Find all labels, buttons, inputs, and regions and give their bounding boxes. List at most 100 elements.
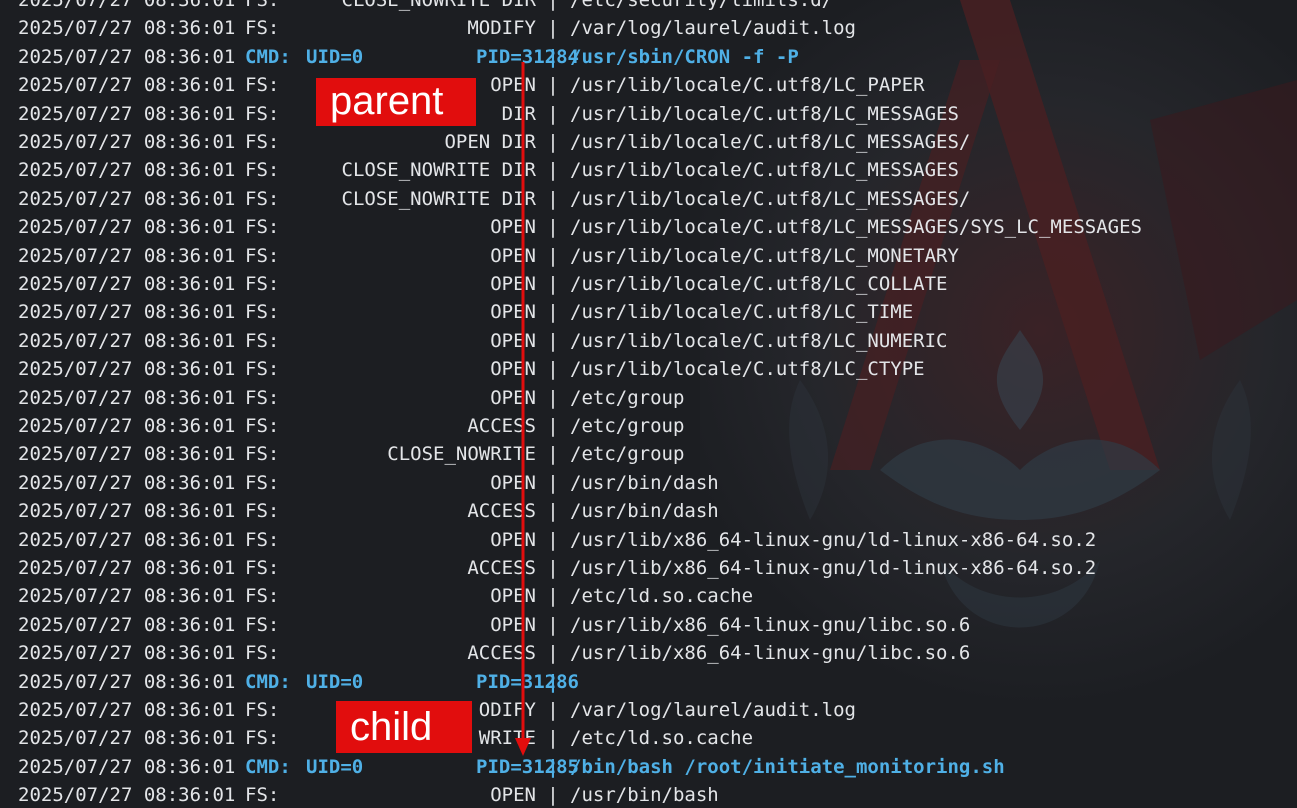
log-timestamp: 2025/07/27 08:36:01 xyxy=(18,159,236,182)
log-timestamp: 2025/07/27 08:36:01 xyxy=(18,45,236,68)
log-row: 2025/07/27 08:36:01 FS: OPEN | /usr/lib/loca… xyxy=(18,213,1142,241)
log-path: /usr/lib/x86_64-linux-gnu/libc.so.6 xyxy=(570,642,971,665)
log-kind: FS: xyxy=(245,727,280,750)
log-separator: | xyxy=(547,443,559,466)
log-action: OPEN xyxy=(490,386,536,409)
log-action: MODIFY xyxy=(467,17,536,40)
log-row: 2025/07/27 08:36:01 FS: OPEN | /usr/lib/loca… xyxy=(18,270,948,298)
log-separator: | xyxy=(547,727,559,750)
log-kind: FS: xyxy=(245,273,280,295)
log-action: ACCESS xyxy=(467,557,536,579)
log-timestamp: 2025/07/27 08:36:01 xyxy=(18,74,236,97)
log-separator: | xyxy=(547,415,559,437)
log-separator: | xyxy=(547,784,559,807)
log-kind: FS: xyxy=(245,443,280,466)
log-path: /etc/group xyxy=(570,415,685,437)
log-path: /usr/lib/locale/C.utf8/LC_TIME xyxy=(570,301,914,324)
log-action: OPEN DIR xyxy=(444,131,536,153)
log-timestamp: 2025/07/27 08:36:01 xyxy=(18,329,236,352)
log-separator: | xyxy=(547,273,559,295)
log-timestamp: 2025/07/27 08:36:01 xyxy=(18,500,236,523)
log-separator: | xyxy=(547,471,559,494)
log-kind: FS: xyxy=(245,557,280,579)
log-separator: | xyxy=(547,45,559,68)
log-timestamp: 2025/07/27 08:36:01 xyxy=(18,784,236,807)
log-separator: | xyxy=(547,0,559,11)
log-action: OPEN xyxy=(490,273,536,295)
log-action: OPEN xyxy=(490,358,536,381)
log-timestamp: 2025/07/27 08:36:01 xyxy=(18,386,236,409)
log-row: 2025/07/27 08:36:01 FS: ACCESS | /usr/bin/da… xyxy=(18,497,719,525)
log-timestamp: 2025/07/27 08:36:01 xyxy=(18,755,236,778)
log-kind: FS: xyxy=(245,500,280,523)
log-path: /usr/lib/x86_64-linux-gnu/ld-linux-x86-6… xyxy=(570,528,1097,551)
log-action: OPEN xyxy=(490,216,536,239)
log-kind: FS: xyxy=(245,329,280,352)
log-row: 2025/07/27 08:36:01 FS: CLOSE_NOWRITE | /etc… xyxy=(18,440,684,468)
log-kind: CMD: xyxy=(245,670,291,693)
log-kind: FS: xyxy=(245,415,280,437)
log-path: /usr/bin/bash xyxy=(570,784,719,807)
log-separator: | xyxy=(547,159,559,182)
log-kind: FS: xyxy=(245,74,280,97)
log-kind: FS: xyxy=(245,471,280,494)
log-timestamp: 2025/07/27 08:36:01 xyxy=(18,528,236,551)
log-path: /bin/bash /root/initiate_monitoring.sh xyxy=(570,755,1005,778)
log-timestamp: 2025/07/27 08:36:01 xyxy=(18,17,236,40)
log-action: OPEN xyxy=(490,301,536,324)
log-row: 2025/07/27 08:36:01 FS: DIR |/usr/lib/local… xyxy=(18,100,959,128)
log-row: 2025/07/27 08:36:01 FS: ACCESS | /usr/lib/x8… xyxy=(18,639,970,667)
log-separator: | xyxy=(547,528,559,551)
parent-annotation: parent xyxy=(316,78,476,126)
log-separator: | xyxy=(547,755,559,778)
log-action: ACCESS xyxy=(467,415,536,437)
terminal-output: 2025/07/27 08:36:01 FS: CLOSE_NOWRITE DIR |… xyxy=(0,0,1297,808)
log-path: /usr/lib/locale/C.utf8/LC_MESSAGES/ xyxy=(570,187,971,210)
log-kind: FS: xyxy=(245,613,280,636)
log-action: CLOSE_NOWRITE DIR xyxy=(341,159,536,182)
log-separator: | xyxy=(547,358,559,381)
log-separator: | xyxy=(547,329,559,352)
log-timestamp: 2025/07/27 08:36:01 xyxy=(18,244,236,267)
log-row: 2025/07/27 08:36:01 FS: OPEN | /usr/lib/loca… xyxy=(18,327,948,355)
log-row-cmd: 2025/07/27 08:36:01 CMD: UID=0 PID=31284|/u… xyxy=(18,43,799,71)
log-row: 2025/07/27 08:36:01 FS: OPEN | /usr/lib/x86_… xyxy=(18,611,970,639)
log-kind: FS: xyxy=(245,642,280,665)
log-row-cmd: 2025/07/27 08:36:01 CMD: UID=0 PID=31285|/b… xyxy=(18,753,1005,781)
log-separator: | xyxy=(547,244,559,267)
log-path: /etc/group xyxy=(570,443,685,466)
log-timestamp: 2025/07/27 08:36:01 xyxy=(18,102,236,125)
log-action: CLOSE_NOWRITE DIR xyxy=(341,0,536,11)
log-path: /usr/lib/locale/C.utf8/LC_MESSAGES xyxy=(570,102,959,125)
log-action: CLOSE_NOWRITE DIR xyxy=(341,187,536,210)
log-row: 2025/07/27 08:36:01 FS: OPEN | /usr/bin/bash xyxy=(18,781,719,808)
log-separator: | xyxy=(547,17,559,40)
log-separator: | xyxy=(547,74,559,97)
log-timestamp: 2025/07/27 08:36:01 xyxy=(18,613,236,636)
log-timestamp: 2025/07/27 08:36:01 xyxy=(18,557,236,579)
log-row: 2025/07/27 08:36:01 FS: CLOSE_NOWRITE DIR |… xyxy=(18,185,970,213)
log-row: 2025/07/27 08:36:01 FS: OPEN | /usr/bin/dash xyxy=(18,469,719,497)
log-timestamp: 2025/07/27 08:36:01 xyxy=(18,216,236,239)
log-timestamp: 2025/07/27 08:36:01 xyxy=(18,273,236,295)
log-timestamp: 2025/07/27 08:36:01 xyxy=(18,471,236,494)
log-path: /var/log/laurel/audit.log xyxy=(570,699,856,721)
log-separator: | xyxy=(547,699,559,721)
log-kind: FS: xyxy=(245,187,280,210)
log-action: OPEN xyxy=(490,244,536,267)
log-row: 2025/07/27 08:36:01 FS: CLOSE_NOWRITE DIR |… xyxy=(18,0,833,14)
log-path: /var/log/laurel/audit.log xyxy=(570,17,856,40)
log-timestamp: 2025/07/27 08:36:01 xyxy=(18,187,236,210)
log-separator: | xyxy=(547,613,559,636)
log-path: /etc/group xyxy=(570,386,685,409)
log-kind: CMD: xyxy=(245,45,291,68)
log-row: 2025/07/27 08:36:01 FS: OPEN | /usr/lib/loca… xyxy=(18,242,959,270)
log-path: /etc/ld.so.cache xyxy=(570,727,754,750)
log-path: /etc/security/limits.d/ xyxy=(570,0,834,11)
log-action: OPEN xyxy=(490,585,536,608)
log-separator: | xyxy=(547,500,559,523)
log-action: ACCESS xyxy=(467,500,536,523)
log-path: /usr/lib/locale/C.utf8/LC_MESSAGES xyxy=(570,159,959,182)
log-separator: | xyxy=(547,216,559,239)
log-path: /usr/lib/locale/C.utf8/LC_MESSAGES/ xyxy=(570,131,971,153)
